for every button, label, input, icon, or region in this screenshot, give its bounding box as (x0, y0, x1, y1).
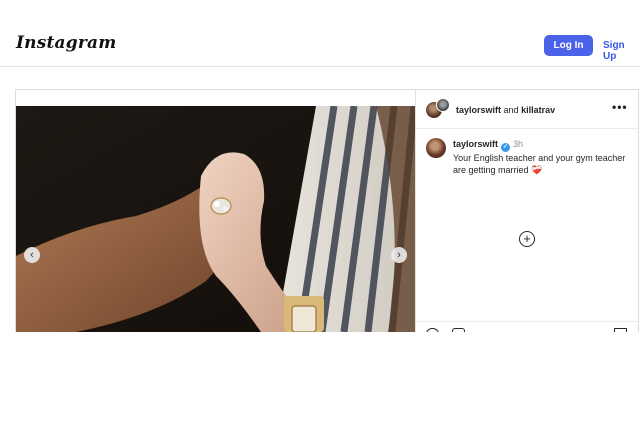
instagram-logo[interactable]: Instagram (16, 33, 116, 53)
author-link-taylorswift[interactable]: taylorswift (456, 105, 501, 115)
signup-link[interactable]: Sign Up (603, 40, 640, 62)
heart-icon[interactable] (426, 328, 439, 332)
post-header: taylorswift and killatrav ••• (416, 90, 638, 129)
plus-circle-icon[interactable]: + (519, 231, 535, 247)
post-authors: taylorswift and killatrav (456, 105, 555, 115)
carousel-prev-button[interactable]: ‹ (24, 247, 40, 263)
post-sidebar: taylorswift and killatrav ••• taylorswif… (415, 90, 638, 332)
caption-username[interactable]: taylorswift (453, 139, 498, 149)
top-navbar: Instagram Log In Sign Up (0, 0, 640, 67)
author-link-killatrav[interactable]: killatrav (521, 105, 555, 115)
post-image-illustration (16, 106, 415, 332)
caption-author-line: taylorswift ✓ 3h (453, 139, 523, 152)
ellipsis-icon[interactable]: ••• (612, 100, 628, 114)
authors-conjunction: and (503, 105, 519, 115)
post-photo[interactable]: ‹ › (16, 106, 415, 332)
chevron-right-icon: › (397, 249, 401, 261)
comment-icon[interactable] (452, 328, 465, 332)
caption-text: Your English teacher and your gym teache… (453, 152, 633, 176)
carousel-next-button[interactable]: › (391, 247, 407, 263)
post-actions (416, 321, 638, 332)
caption-timestamp[interactable]: 3h (513, 139, 523, 149)
mending-heart-emoji: ❤️‍🩹 (531, 165, 543, 175)
verified-badge-icon: ✓ (501, 143, 511, 152)
login-button[interactable]: Log In (544, 35, 593, 56)
avatar-caption-author[interactable] (426, 138, 446, 158)
bookmark-icon[interactable] (614, 328, 627, 332)
post-card: ‹ › taylorswift and killatrav ••• taylor… (15, 89, 639, 332)
chevron-left-icon: ‹ (30, 249, 34, 261)
avatar-killatrav[interactable] (436, 98, 450, 112)
